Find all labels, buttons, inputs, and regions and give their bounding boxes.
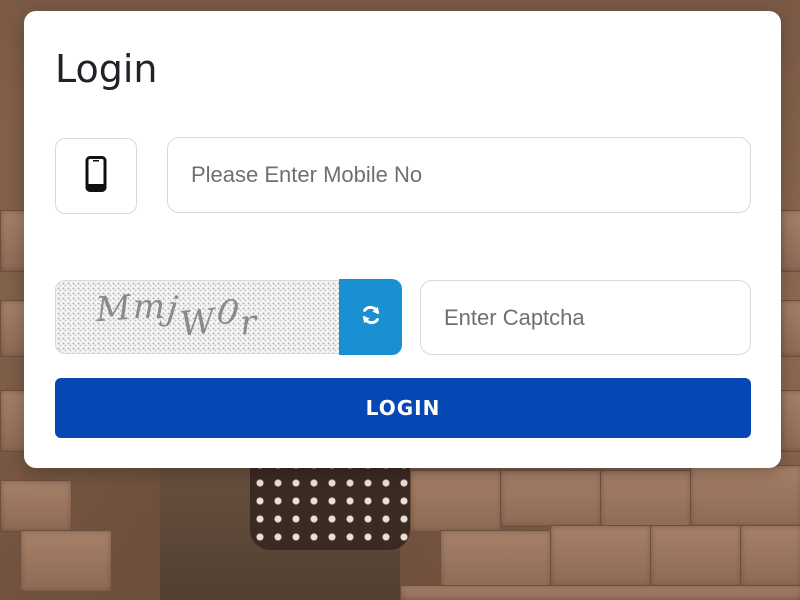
captcha-char: M xyxy=(94,287,135,331)
captcha-char: r xyxy=(238,302,260,344)
brick xyxy=(650,525,742,587)
captcha-input[interactable] xyxy=(420,280,751,355)
brick xyxy=(740,525,800,587)
brick xyxy=(600,470,692,532)
brick xyxy=(550,525,652,587)
brick xyxy=(780,300,800,357)
brick xyxy=(780,390,800,452)
worker-clothing xyxy=(250,455,410,550)
captcha-image: MmjW0r xyxy=(55,280,340,354)
login-card: Login MmjW0r LOGIN xyxy=(24,11,781,468)
captcha-char: m xyxy=(132,287,168,327)
brick xyxy=(410,470,502,532)
refresh-icon xyxy=(360,304,382,330)
captcha-char: W xyxy=(177,301,219,345)
page-title: Login xyxy=(55,47,158,91)
brick xyxy=(690,465,800,527)
mobile-phone-icon xyxy=(85,156,107,196)
mobile-number-input[interactable] xyxy=(167,137,751,213)
captcha-text: MmjW0r xyxy=(94,287,260,345)
brick xyxy=(440,530,552,592)
brick xyxy=(0,480,72,532)
mobile-icon-box xyxy=(55,138,137,214)
captcha-refresh-button[interactable] xyxy=(339,279,402,355)
brick xyxy=(400,585,800,600)
login-button[interactable]: LOGIN xyxy=(55,378,751,438)
brick xyxy=(20,530,112,592)
brick xyxy=(500,470,602,527)
brick xyxy=(780,210,800,272)
